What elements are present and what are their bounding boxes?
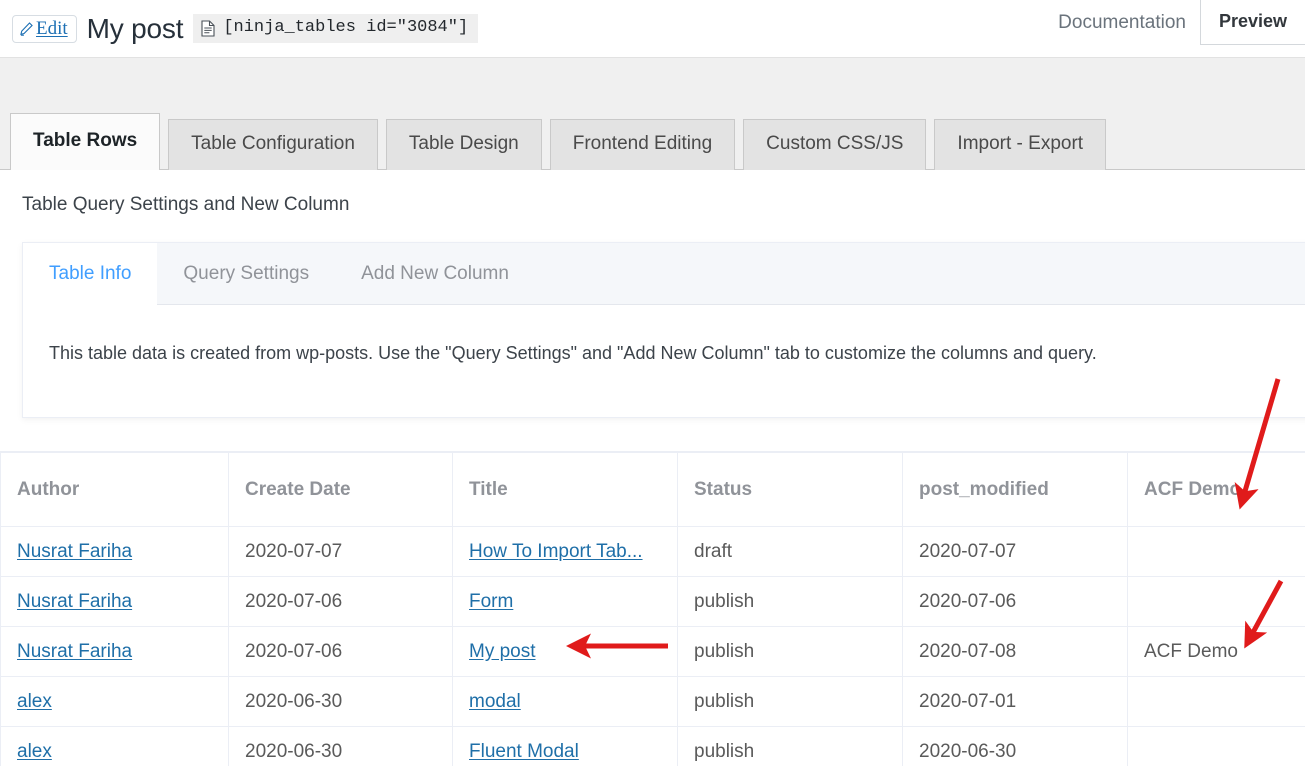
- cell-title: Fluent Modal: [452, 726, 678, 766]
- cell-author: alex: [0, 726, 229, 766]
- title-link[interactable]: Form: [469, 591, 513, 612]
- tab-frontend-editing[interactable]: Frontend Editing: [549, 119, 736, 170]
- title-link[interactable]: modal: [469, 691, 521, 712]
- cell-status: publish: [677, 726, 903, 766]
- main-tabs: Table Rows Table Configuration Table Des…: [10, 113, 1107, 170]
- document-icon: [201, 20, 215, 38]
- card-description: This table data is created from wp-posts…: [49, 343, 1097, 363]
- page-root: Edit My post [ninja_tables id="3084"] Do…: [0, 0, 1305, 766]
- content-area: Table Query Settings and New Column Tabl…: [0, 170, 1305, 766]
- data-table-container: Author Create Date Title Status post_mod…: [0, 451, 1305, 766]
- cell-create-date: 2020-06-30: [228, 726, 453, 766]
- edit-button-label: Edit: [36, 17, 68, 39]
- cell-acf-demo: ACF Demo: [1127, 626, 1305, 677]
- table-row: alex 2020-06-30 Fluent Modal publish 202…: [0, 726, 1305, 766]
- subtab-query-settings[interactable]: Query Settings: [157, 243, 335, 304]
- top-bar-left: Edit My post [ninja_tables id="3084"]: [12, 0, 479, 57]
- cell-acf-demo: [1127, 726, 1305, 766]
- sub-tabs: Table Info Query Settings Add New Column: [23, 243, 1305, 305]
- cell-author: alex: [0, 676, 229, 727]
- cell-title: Form: [452, 576, 678, 627]
- tab-table-rows[interactable]: Table Rows: [10, 113, 161, 170]
- cell-create-date: 2020-07-06: [228, 626, 453, 677]
- cell-author: Nusrat Fariha: [0, 626, 229, 677]
- top-bar: Edit My post [ninja_tables id="3084"] Do…: [0, 0, 1305, 57]
- cell-status: publish: [677, 626, 903, 677]
- author-link[interactable]: Nusrat Fariha: [17, 541, 132, 562]
- cell-author: Nusrat Fariha: [0, 526, 229, 577]
- cell-post-modified: 2020-07-07: [902, 526, 1128, 577]
- cell-acf-demo: [1127, 526, 1305, 577]
- table-body: Nusrat Fariha 2020-07-07 How To Import T…: [0, 526, 1305, 766]
- cell-post-modified: 2020-06-30: [902, 726, 1128, 766]
- column-header-title[interactable]: Title: [452, 452, 678, 527]
- author-link[interactable]: alex: [17, 741, 52, 762]
- title-link-my-post[interactable]: My post: [469, 641, 536, 662]
- cell-status: publish: [677, 576, 903, 627]
- column-header-author[interactable]: Author: [0, 452, 229, 527]
- author-link[interactable]: alex: [17, 691, 52, 712]
- column-header-status[interactable]: Status: [677, 452, 903, 527]
- shortcode-text: [ninja_tables id="3084"]: [223, 17, 469, 37]
- cell-create-date: 2020-07-06: [228, 576, 453, 627]
- cell-post-modified: 2020-07-06: [902, 576, 1128, 627]
- cell-title: My post: [452, 626, 678, 677]
- pencil-icon: [19, 21, 34, 37]
- main-tab-strip: Table Rows Table Configuration Table Des…: [0, 57, 1305, 170]
- preview-tab[interactable]: Preview: [1199, 0, 1305, 45]
- section-title: Table Query Settings and New Column: [22, 194, 350, 215]
- cell-title: How To Import Tab...: [452, 526, 678, 577]
- title-link[interactable]: How To Import Tab...: [469, 541, 643, 562]
- cell-acf-demo: [1127, 676, 1305, 727]
- tab-table-configuration[interactable]: Table Configuration: [168, 119, 378, 170]
- top-bar-right: Documentation Preview: [1058, 0, 1305, 57]
- cell-status: draft: [677, 526, 903, 577]
- cell-post-modified: 2020-07-08: [902, 626, 1128, 677]
- data-table: Author Create Date Title Status post_mod…: [0, 452, 1305, 766]
- page-title: My post: [86, 12, 184, 44]
- author-link[interactable]: Nusrat Fariha: [17, 641, 132, 662]
- column-header-post-modified[interactable]: post_modified: [902, 452, 1128, 527]
- table-header-row: Author Create Date Title Status post_mod…: [0, 452, 1305, 527]
- table-row: Nusrat Fariha 2020-07-06 My post publish…: [0, 626, 1305, 677]
- table-row: Nusrat Fariha 2020-07-07 How To Import T…: [0, 526, 1305, 577]
- table-row: Nusrat Fariha 2020-07-06 Form publish 20…: [0, 576, 1305, 627]
- table-query-settings-card: Table Info Query Settings Add New Column…: [22, 242, 1305, 418]
- cell-create-date: 2020-06-30: [228, 676, 453, 727]
- table-head: Author Create Date Title Status post_mod…: [0, 452, 1305, 527]
- tab-import-export[interactable]: Import - Export: [934, 119, 1107, 170]
- author-link[interactable]: Nusrat Fariha: [17, 591, 132, 612]
- subtab-add-new-column[interactable]: Add New Column: [335, 243, 535, 304]
- cell-post-modified: 2020-07-01: [902, 676, 1128, 727]
- tab-custom-css-js[interactable]: Custom CSS/JS: [743, 119, 927, 170]
- cell-author: Nusrat Fariha: [0, 576, 229, 627]
- column-header-create-date[interactable]: Create Date: [228, 452, 453, 527]
- shortcode-chip[interactable]: [ninja_tables id="3084"]: [193, 13, 479, 44]
- table-row: alex 2020-06-30 modal publish 2020-07-01: [0, 676, 1305, 727]
- edit-button[interactable]: Edit: [12, 14, 77, 43]
- title-link[interactable]: Fluent Modal: [469, 741, 579, 762]
- column-header-acf-demo[interactable]: ACF Demo: [1127, 452, 1305, 527]
- cell-acf-demo: [1127, 576, 1305, 627]
- tab-table-design[interactable]: Table Design: [385, 119, 542, 170]
- cell-title: modal: [452, 676, 678, 727]
- cell-status: publish: [677, 676, 903, 727]
- cell-create-date: 2020-07-07: [228, 526, 453, 577]
- subtab-table-info[interactable]: Table Info: [23, 243, 158, 305]
- documentation-link[interactable]: Documentation: [1058, 5, 1200, 32]
